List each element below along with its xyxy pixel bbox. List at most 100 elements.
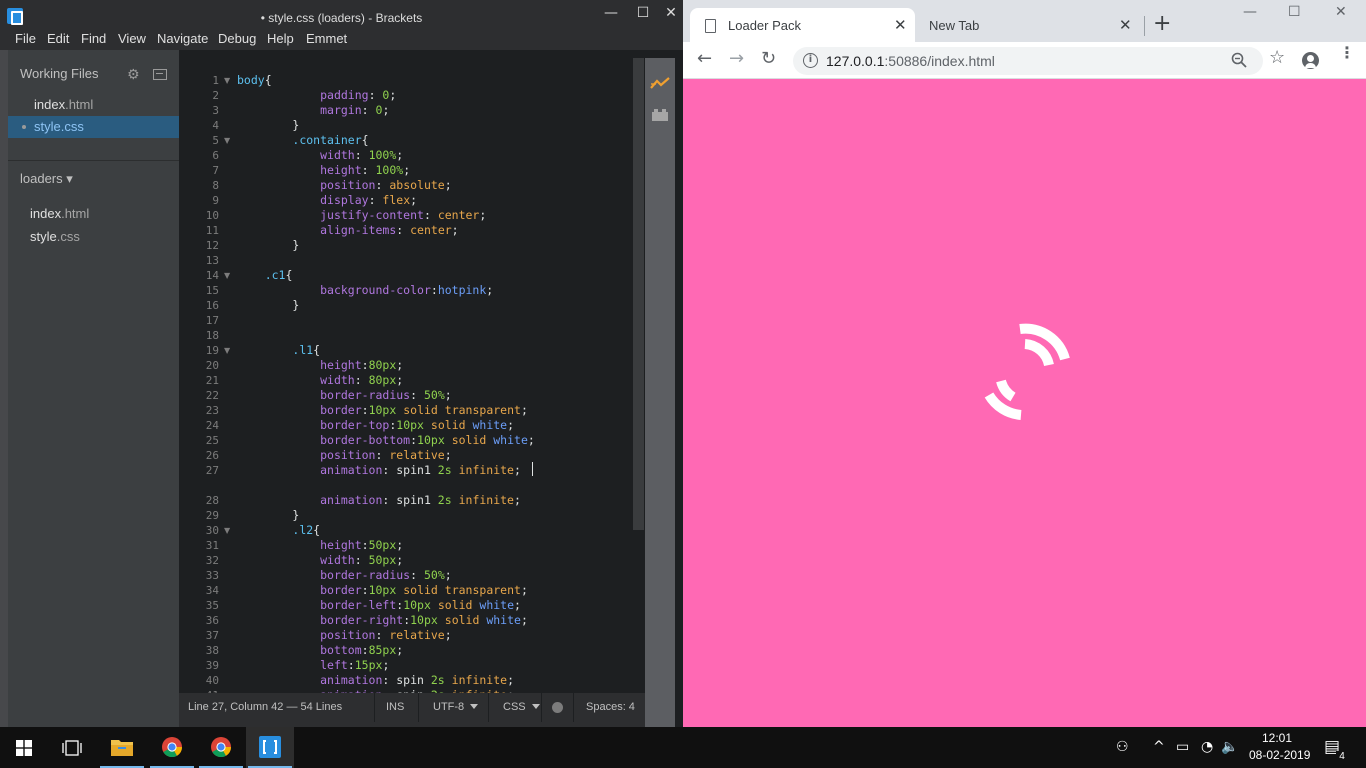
tab-loader-pack[interactable]: Loader Pack ✕ <box>690 8 915 42</box>
code-line[interactable]: border-left:10px solid white; <box>237 598 521 613</box>
code-line[interactable]: border-radius: 50%; <box>237 388 452 403</box>
battery-icon[interactable]: ▭ <box>1176 739 1189 755</box>
menu-edit[interactable]: Edit <box>47 30 69 48</box>
code-line[interactable]: .container{ <box>237 133 368 148</box>
code-line[interactable]: } <box>237 118 299 133</box>
fold-arrow-icon[interactable]: ▼ <box>224 343 230 358</box>
code-line[interactable]: } <box>237 238 299 253</box>
close-button[interactable]: ✕ <box>656 0 686 30</box>
indent-settings[interactable]: Spaces: 4 <box>586 693 635 722</box>
chrome-menu-icon[interactable]: ⋮ <box>1339 45 1355 61</box>
menu-emmet[interactable]: Emmet <box>306 30 347 48</box>
code-line[interactable]: position: relative; <box>237 628 452 643</box>
code-line[interactable]: animation: spin 2s infinite; <box>237 673 514 688</box>
code-line[interactable]: position: relative; <box>237 448 452 463</box>
code-line[interactable]: } <box>237 298 299 313</box>
tab-new-tab[interactable]: New Tab <box>929 18 979 33</box>
minimize-button[interactable]: — <box>1243 4 1257 20</box>
menu-help[interactable]: Help <box>267 30 294 48</box>
editor-scrollbar-thumb[interactable] <box>633 58 644 530</box>
menu-navigate[interactable]: Navigate <box>157 30 208 48</box>
code-line[interactable]: animation: spin1 2s infinite; <box>237 493 521 508</box>
profile-avatar-icon[interactable] <box>1302 52 1319 69</box>
new-tab-button[interactable]: + <box>1153 11 1171 36</box>
code-line[interactable]: padding: 0; <box>237 88 396 103</box>
insert-mode[interactable]: INS <box>386 693 404 722</box>
code-line[interactable]: display: flex; <box>237 193 417 208</box>
extension-manager-icon[interactable] <box>651 108 669 122</box>
code-line[interactable]: border-top:10px solid white; <box>237 418 514 433</box>
close-button[interactable]: ✕ <box>1335 4 1347 20</box>
clock-date[interactable]: 08-02-2019 <box>1249 748 1310 762</box>
code-line[interactable]: justify-content: center; <box>237 208 486 223</box>
maximize-button[interactable]: ☐ <box>1288 4 1301 20</box>
clock-time[interactable]: 12:01 <box>1262 731 1292 745</box>
code-line[interactable]: height:80px; <box>237 358 403 373</box>
code-line[interactable]: position: absolute; <box>237 178 452 193</box>
working-file-index-html[interactable]: index.html <box>8 94 179 116</box>
minimize-button[interactable]: — <box>596 0 626 30</box>
url-text[interactable]: 127.0.0.1:50886/index.html <box>826 53 995 69</box>
code-line[interactable]: background-color:hotpink; <box>237 283 493 298</box>
code-line[interactable]: } <box>237 508 299 523</box>
start-button[interactable] <box>0 727 48 768</box>
code-line[interactable]: border:10px solid transparent; <box>237 403 528 418</box>
address-bar[interactable]: i 127.0.0.1:50886/index.html <box>793 47 1263 75</box>
code-line[interactable]: width: 100%; <box>237 148 403 163</box>
split-view-icon[interactable] <box>153 69 167 80</box>
project-dropdown[interactable]: loaders ▾ <box>20 171 73 187</box>
code-editor[interactable]: 1 ▼ 2 3 4 5 ▼ 6 7 8 9 10 11 12 13 14 ▼ 15 16 17 18 19 ▼ 20 21 22 2… <box>179 58 644 693</box>
code-line[interactable]: border-bottom:10px solid white; <box>237 433 535 448</box>
wifi-icon[interactable]: ◔ <box>1201 739 1213 755</box>
close-icon[interactable]: ✕ <box>1119 16 1132 34</box>
linter-status-icon[interactable] <box>552 702 563 713</box>
reload-button[interactable]: ↻ <box>761 48 776 69</box>
code-line[interactable]: body{ <box>237 73 272 88</box>
volume-icon[interactable]: 🔈 <box>1221 739 1238 755</box>
project-file-index-html[interactable]: index.html <box>30 206 89 221</box>
code-line[interactable]: bottom:85px; <box>237 643 403 658</box>
working-file-style-css[interactable]: style.css <box>8 116 179 138</box>
menu-find[interactable]: Find <box>81 30 106 48</box>
taskbar-chrome-2[interactable] <box>197 727 245 768</box>
forward-button[interactable]: → <box>729 48 744 69</box>
people-icon[interactable]: ⚇ <box>1116 739 1129 755</box>
code-line[interactable]: border-radius: 50%; <box>237 568 452 583</box>
code-line[interactable]: align-items: center; <box>237 223 459 238</box>
zoom-icon[interactable] <box>1231 52 1247 68</box>
code-line[interactable]: width: 80px; <box>237 373 403 388</box>
fold-arrow-icon[interactable]: ▼ <box>224 73 230 88</box>
info-icon[interactable]: i <box>803 53 818 68</box>
fold-arrow-icon[interactable]: ▼ <box>224 523 230 538</box>
code-line[interactable]: .c1{ <box>237 268 293 283</box>
code-line[interactable]: height: 100%; <box>237 163 410 178</box>
menu-view[interactable]: View <box>118 30 146 48</box>
fold-arrow-icon[interactable]: ▼ <box>224 133 230 148</box>
code-line[interactable]: left:15px; <box>237 658 389 673</box>
taskbar-chrome[interactable] <box>148 727 196 768</box>
maximize-button[interactable]: ☐ <box>628 0 658 30</box>
gear-icon[interactable]: ⚙ <box>127 68 141 82</box>
code-line[interactable]: border:10px solid transparent; <box>237 583 528 598</box>
code-line[interactable]: animation: spin1 2s infinite; <box>237 463 521 478</box>
code-line[interactable]: width: 50px; <box>237 553 403 568</box>
taskbar-brackets[interactable] <box>246 727 294 768</box>
live-preview-icon[interactable] <box>650 76 670 90</box>
code-line[interactable]: margin: 0; <box>237 103 389 118</box>
menu-file[interactable]: File <box>15 30 36 48</box>
fold-arrow-icon[interactable]: ▼ <box>224 268 230 283</box>
code-line[interactable]: height:50px; <box>237 538 403 553</box>
back-button[interactable]: ← <box>697 48 712 69</box>
chevron-up-icon[interactable]: ^ <box>1153 739 1165 755</box>
bookmark-star-icon[interactable]: ☆ <box>1269 47 1285 68</box>
code-line[interactable]: border-right:10px solid white; <box>237 613 528 628</box>
code-line[interactable]: .l1{ <box>237 343 320 358</box>
language-select[interactable]: CSS <box>503 693 540 722</box>
close-icon[interactable]: ✕ <box>894 16 907 34</box>
taskbar-file-explorer[interactable] <box>98 727 146 768</box>
menu-debug[interactable]: Debug <box>218 30 256 48</box>
task-view-button[interactable] <box>48 727 96 768</box>
project-file-style-css[interactable]: style.css <box>30 229 80 244</box>
code-line[interactable]: .l2{ <box>237 523 320 538</box>
encoding-select[interactable]: UTF-8 <box>433 693 479 722</box>
